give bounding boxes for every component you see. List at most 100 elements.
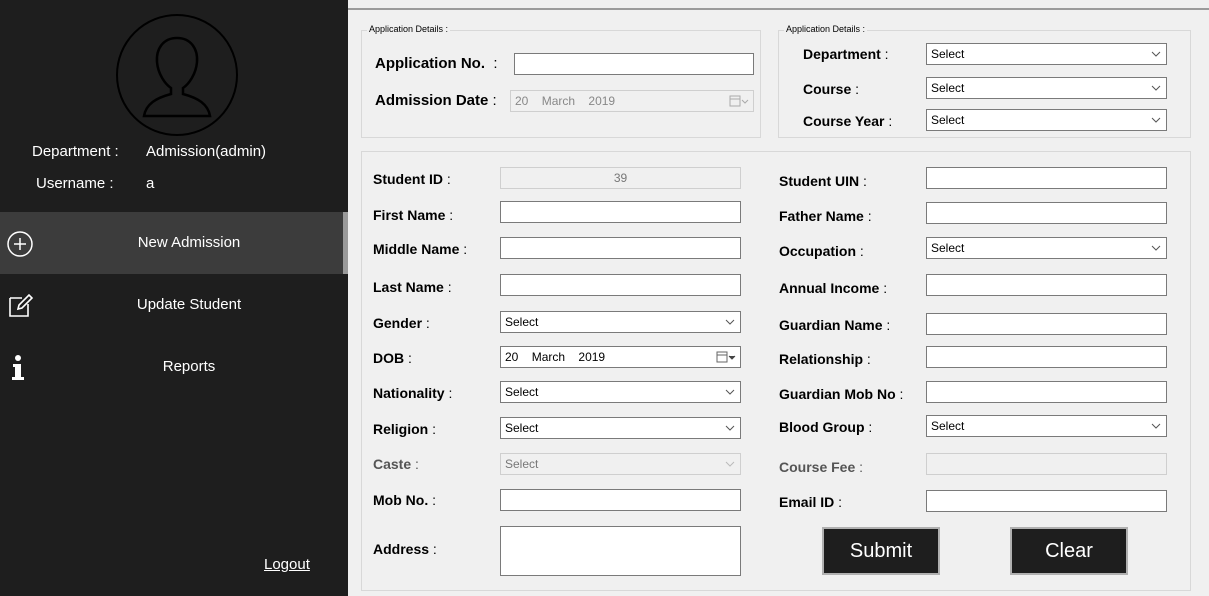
occupation-value: Select xyxy=(931,241,965,255)
admission-date-year: 2019 xyxy=(588,94,616,108)
nationality-select[interactable]: Select xyxy=(500,381,741,403)
first-name-label: First Name : xyxy=(373,207,454,223)
course-fee-label: Course Fee : xyxy=(779,459,864,475)
edit-icon xyxy=(9,293,34,317)
chevron-down-icon xyxy=(725,425,735,431)
gender-label: Gender : xyxy=(373,315,430,331)
blood-group-value: Select xyxy=(931,419,965,433)
dob-month: March xyxy=(531,350,566,364)
course-select[interactable]: Select xyxy=(926,77,1167,99)
student-uin-label: Student UIN : xyxy=(779,173,867,189)
guardian-mob-input[interactable] xyxy=(926,381,1167,403)
calendar-dropdown-icon[interactable] xyxy=(729,94,749,108)
sidebar: Department : Admission(admin) Username :… xyxy=(0,0,348,596)
admission-form-panel: Application Details : Application No. : … xyxy=(348,0,1209,596)
email-id-input[interactable] xyxy=(926,490,1167,512)
chevron-down-icon xyxy=(1151,245,1161,251)
nav-update-student-label: Update Student xyxy=(136,296,242,313)
application-details-title: Application Details : xyxy=(367,24,451,34)
guardian-mob-label: Guardian Mob No : xyxy=(779,386,904,402)
admission-date-month: March xyxy=(541,94,576,108)
logout-link[interactable]: Logout xyxy=(264,556,310,573)
last-name-label: Last Name : xyxy=(373,279,452,295)
nav-update-student[interactable]: Update Student xyxy=(0,274,348,336)
caste-select: Select xyxy=(500,453,741,475)
chevron-down-icon xyxy=(725,389,735,395)
clear-button[interactable]: Clear xyxy=(1010,527,1128,575)
username-value: a xyxy=(146,175,155,192)
course-fee-input xyxy=(926,453,1167,475)
guardian-name-input[interactable] xyxy=(926,313,1167,335)
chevron-down-icon xyxy=(725,461,735,467)
religion-value: Select xyxy=(505,421,539,435)
dob-date-picker[interactable]: 20 March 2019 xyxy=(500,346,741,368)
relationship-input[interactable] xyxy=(926,346,1167,368)
middle-name-label: Middle Name : xyxy=(373,241,468,257)
student-uin-input[interactable] xyxy=(926,167,1167,189)
gender-select[interactable]: Select xyxy=(500,311,741,333)
admission-date-picker[interactable]: 20 March 2019 xyxy=(510,90,754,112)
course-department-value: Select xyxy=(931,47,965,61)
admission-date-label: Admission Date : xyxy=(375,92,497,109)
address-input[interactable] xyxy=(500,526,741,576)
first-name-input[interactable] xyxy=(500,201,741,223)
course-department-label: Department : xyxy=(803,46,889,62)
student-id-input xyxy=(500,167,741,189)
gender-value: Select xyxy=(505,315,539,329)
mob-no-input[interactable] xyxy=(500,489,741,511)
annual-income-label: Annual Income : xyxy=(779,280,888,296)
father-name-label: Father Name : xyxy=(779,208,872,224)
chevron-down-icon xyxy=(725,319,735,325)
application-details-group xyxy=(361,30,761,138)
calendar-dropdown-icon[interactable] xyxy=(716,350,736,364)
dob-day: 20 xyxy=(505,350,519,364)
course-value: Select xyxy=(931,81,965,95)
caste-value: Select xyxy=(505,457,539,471)
mob-no-label: Mob No. : xyxy=(373,492,436,508)
course-details-title: Application Details : xyxy=(784,24,868,34)
user-avatar-icon xyxy=(116,14,238,136)
username-label: Username : xyxy=(36,175,114,192)
annual-income-input[interactable] xyxy=(926,274,1167,296)
top-divider xyxy=(348,8,1209,10)
nav-new-admission[interactable]: New Admission xyxy=(0,212,348,274)
plus-circle-icon xyxy=(7,231,33,257)
blood-group-select[interactable]: Select xyxy=(926,415,1167,437)
department-value: Admission(admin) xyxy=(146,143,267,160)
nav-reports[interactable]: Reports xyxy=(0,336,348,398)
occupation-select[interactable]: Select xyxy=(926,237,1167,259)
religion-label: Religion : xyxy=(373,421,437,437)
submit-button[interactable]: Submit xyxy=(822,527,940,575)
chevron-down-icon xyxy=(1151,117,1161,123)
religion-select[interactable]: Select xyxy=(500,417,741,439)
course-year-select[interactable]: Select xyxy=(926,109,1167,131)
nav-reports-label: Reports xyxy=(162,358,216,375)
course-department-select[interactable]: Select xyxy=(926,43,1167,65)
chevron-down-icon xyxy=(1151,85,1161,91)
last-name-input[interactable] xyxy=(500,274,741,296)
application-no-label: Application No. : xyxy=(375,55,498,72)
application-no-input[interactable] xyxy=(514,53,754,75)
blood-group-label: Blood Group : xyxy=(779,419,873,435)
student-id-label: Student ID : xyxy=(373,171,451,187)
caste-label: Caste : xyxy=(373,456,419,472)
middle-name-input[interactable] xyxy=(500,237,741,259)
father-name-input[interactable] xyxy=(926,202,1167,224)
dob-label: DOB : xyxy=(373,350,412,366)
admission-date-day: 20 xyxy=(515,94,529,108)
info-icon xyxy=(12,355,24,380)
dob-year: 2019 xyxy=(578,350,606,364)
email-id-label: Email ID : xyxy=(779,494,843,510)
nationality-label: Nationality : xyxy=(373,385,453,401)
course-year-value: Select xyxy=(931,113,965,127)
occupation-label: Occupation : xyxy=(779,243,864,259)
nationality-value: Select xyxy=(505,385,539,399)
course-label: Course : xyxy=(803,81,860,97)
course-year-label: Course Year : xyxy=(803,113,893,129)
guardian-name-label: Guardian Name : xyxy=(779,317,891,333)
chevron-down-icon xyxy=(1151,423,1161,429)
chevron-down-icon xyxy=(1151,51,1161,57)
relationship-label: Relationship : xyxy=(779,351,871,367)
department-label: Department : xyxy=(32,143,119,160)
address-label: Address : xyxy=(373,541,437,557)
